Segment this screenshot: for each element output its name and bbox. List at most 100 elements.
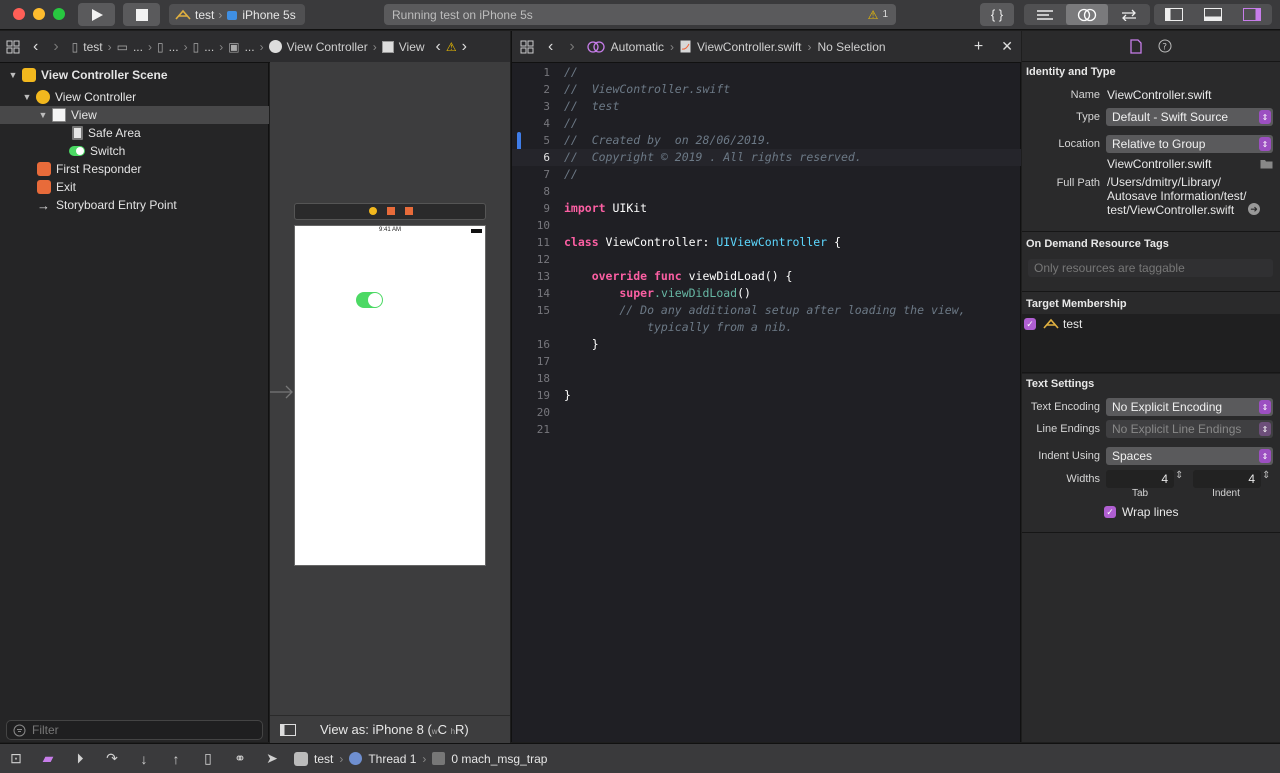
step-into-icon[interactable]: ↓	[128, 751, 160, 767]
scheme-selector[interactable]: test › iPhone 5s	[169, 4, 305, 25]
indent-using-popup[interactable]: Spaces ⇕	[1106, 447, 1273, 465]
code-line[interactable]: 21	[512, 421, 1021, 438]
jump-scene[interactable]: View Controller	[287, 40, 368, 54]
view-controller-dock-icon[interactable]	[369, 207, 377, 215]
code-line[interactable]: typically from a nib.	[512, 319, 1021, 336]
symbol-selection[interactable]: No Selection	[818, 40, 886, 54]
outline-safe-area[interactable]: Safe Area	[0, 124, 269, 142]
tab-stepper-icon[interactable]: ⇕	[1175, 470, 1183, 481]
folder-icon[interactable]	[1260, 158, 1273, 169]
jump-view[interactable]: View	[399, 40, 425, 54]
outline-exit[interactable]: Exit	[0, 178, 269, 196]
location-icon[interactable]: ➤	[256, 750, 288, 767]
exit-dock-icon[interactable]	[405, 207, 413, 215]
help-icon[interactable]: ?	[1158, 39, 1172, 53]
run-button[interactable]	[78, 3, 115, 26]
breakpoints-icon[interactable]: ▰	[32, 750, 64, 767]
step-out-icon[interactable]: ↑	[160, 751, 192, 767]
continue-icon[interactable]: ⏵	[64, 750, 96, 767]
warning-icon[interactable]: ⚠	[446, 40, 457, 54]
encoding-popup[interactable]: No Explicit Encoding ⇕	[1106, 398, 1273, 416]
issue-back-icon[interactable]: ‹	[436, 38, 441, 56]
code-line[interactable]: 15 // Do any additional setup after load…	[512, 302, 1021, 319]
jump-ellipsis-3[interactable]: ...	[204, 40, 214, 54]
file-inspector-icon[interactable]	[1130, 38, 1142, 54]
outline-entry-point[interactable]: → Storyboard Entry Point	[0, 196, 269, 214]
wrap-lines-checkbox[interactable]: ✓	[1104, 506, 1116, 518]
tab-width-field[interactable]: 4	[1106, 470, 1174, 488]
outline-scene[interactable]: ▼ View Controller Scene	[0, 66, 269, 84]
disclosure-triangle-icon[interactable]: ▼	[8, 70, 18, 80]
code-line[interactable]: 17	[512, 353, 1021, 370]
outline-view[interactable]: ▼ View	[0, 106, 269, 124]
reveal-in-finder-icon[interactable]: ➜	[1248, 203, 1260, 215]
code-line[interactable]: 20	[512, 404, 1021, 421]
code-line[interactable]: 10	[512, 217, 1021, 234]
location-popup[interactable]: Relative to Group ⇕	[1106, 135, 1273, 153]
grid-icon[interactable]	[6, 40, 20, 54]
disclosure-triangle-icon[interactable]: ▼	[22, 92, 32, 102]
code-line[interactable]: 14 super.viewDidLoad()	[512, 285, 1021, 302]
jump-ellipsis-4[interactable]: ...	[245, 40, 255, 54]
outline-view-controller[interactable]: ▼ View Controller	[0, 88, 269, 106]
outline-filter-field[interactable]: Filter	[6, 720, 263, 740]
assistant-editor-button[interactable]	[1066, 4, 1108, 25]
outline-switch[interactable]: Switch	[0, 142, 269, 160]
type-popup[interactable]: Default - Swift Source ⇕	[1106, 108, 1273, 126]
standard-editor-button[interactable]	[1024, 4, 1066, 25]
assistant-code-editor[interactable]: ‹ › Automatic › ViewController.swift › N…	[511, 31, 1021, 742]
indent-stepper-icon[interactable]: ⇕	[1262, 470, 1270, 481]
code-line[interactable]: 12	[512, 251, 1021, 268]
back-arrow-icon[interactable]: ‹	[548, 38, 553, 56]
target-checkbox[interactable]: ✓	[1024, 318, 1036, 330]
view-as-device[interactable]: View as: iPhone 8 (wC hR)	[320, 722, 469, 737]
debug-frame[interactable]: 0 mach_msg_trap	[451, 752, 547, 766]
zoom-window-button[interactable]	[53, 8, 65, 20]
document-outline-toggle-icon[interactable]	[280, 723, 296, 736]
code-line[interactable]: 11 class ViewController: UIViewController…	[512, 234, 1021, 251]
code-line[interactable]: 1 //	[512, 64, 1021, 81]
stop-button[interactable]	[123, 3, 160, 26]
code-line[interactable]: 18	[512, 370, 1021, 387]
version-editor-button[interactable]	[1108, 4, 1150, 25]
outline-first-responder[interactable]: First Responder	[0, 160, 269, 178]
warning-icon[interactable]: ⚠	[868, 8, 879, 22]
debug-target[interactable]: test	[314, 752, 333, 766]
code-line[interactable]: 19}	[512, 387, 1021, 404]
toggle-navigator-button[interactable]	[1154, 4, 1193, 25]
toggle-inspector-button[interactable]	[1232, 4, 1272, 25]
close-editor-icon[interactable]: ✕	[1001, 38, 1013, 55]
code-line[interactable]: 5 // Created by on 28/06/2019.	[512, 132, 1021, 149]
back-arrow-icon[interactable]: ‹	[33, 38, 38, 56]
switch-control[interactable]	[356, 292, 383, 308]
grid-icon[interactable]	[520, 40, 534, 54]
code-line[interactable]: 6 // Copyright © 2019 . All rights reserv…	[512, 149, 1021, 166]
assistant-mode[interactable]: Automatic	[611, 40, 664, 54]
step-over-icon[interactable]: ↷	[96, 750, 128, 767]
first-responder-dock-icon[interactable]	[387, 207, 395, 215]
code-line[interactable]: 2 // ViewController.swift	[512, 81, 1021, 98]
file-name[interactable]: ViewController.swift	[697, 40, 801, 54]
forward-arrow-icon[interactable]: ›	[569, 38, 574, 56]
code-line[interactable]: 9 import UIKit	[512, 200, 1021, 217]
close-window-button[interactable]	[13, 8, 25, 20]
issue-forward-icon[interactable]: ›	[462, 38, 467, 56]
debug-thread[interactable]: Thread 1	[368, 752, 416, 766]
device-name[interactable]: iPhone 5s	[242, 8, 295, 22]
odr-tags-field[interactable]: Only resources are taggable	[1028, 259, 1273, 277]
add-editor-icon[interactable]: +	[974, 38, 983, 56]
indent-width-field[interactable]: 4	[1193, 470, 1261, 488]
code-line[interactable]: 16 }	[512, 336, 1021, 353]
jump-project[interactable]: test	[83, 40, 102, 54]
code-line[interactable]: 3 // test	[512, 98, 1021, 115]
view-hierarchy-icon[interactable]: ▯	[192, 750, 224, 767]
toggle-debug-area-button[interactable]	[1193, 4, 1232, 25]
jump-ellipsis-2[interactable]: ...	[169, 40, 179, 54]
code-line[interactable]: 7 //	[512, 166, 1021, 183]
view-controller-scene[interactable]: 9:41 AM	[294, 225, 486, 566]
code-line[interactable]: 8	[512, 183, 1021, 200]
jump-ellipsis-1[interactable]: ...	[133, 40, 143, 54]
name-field[interactable]: ViewController.swift	[1106, 86, 1274, 104]
library-button[interactable]: { }	[980, 3, 1014, 26]
forward-arrow-icon[interactable]: ›	[53, 38, 58, 56]
